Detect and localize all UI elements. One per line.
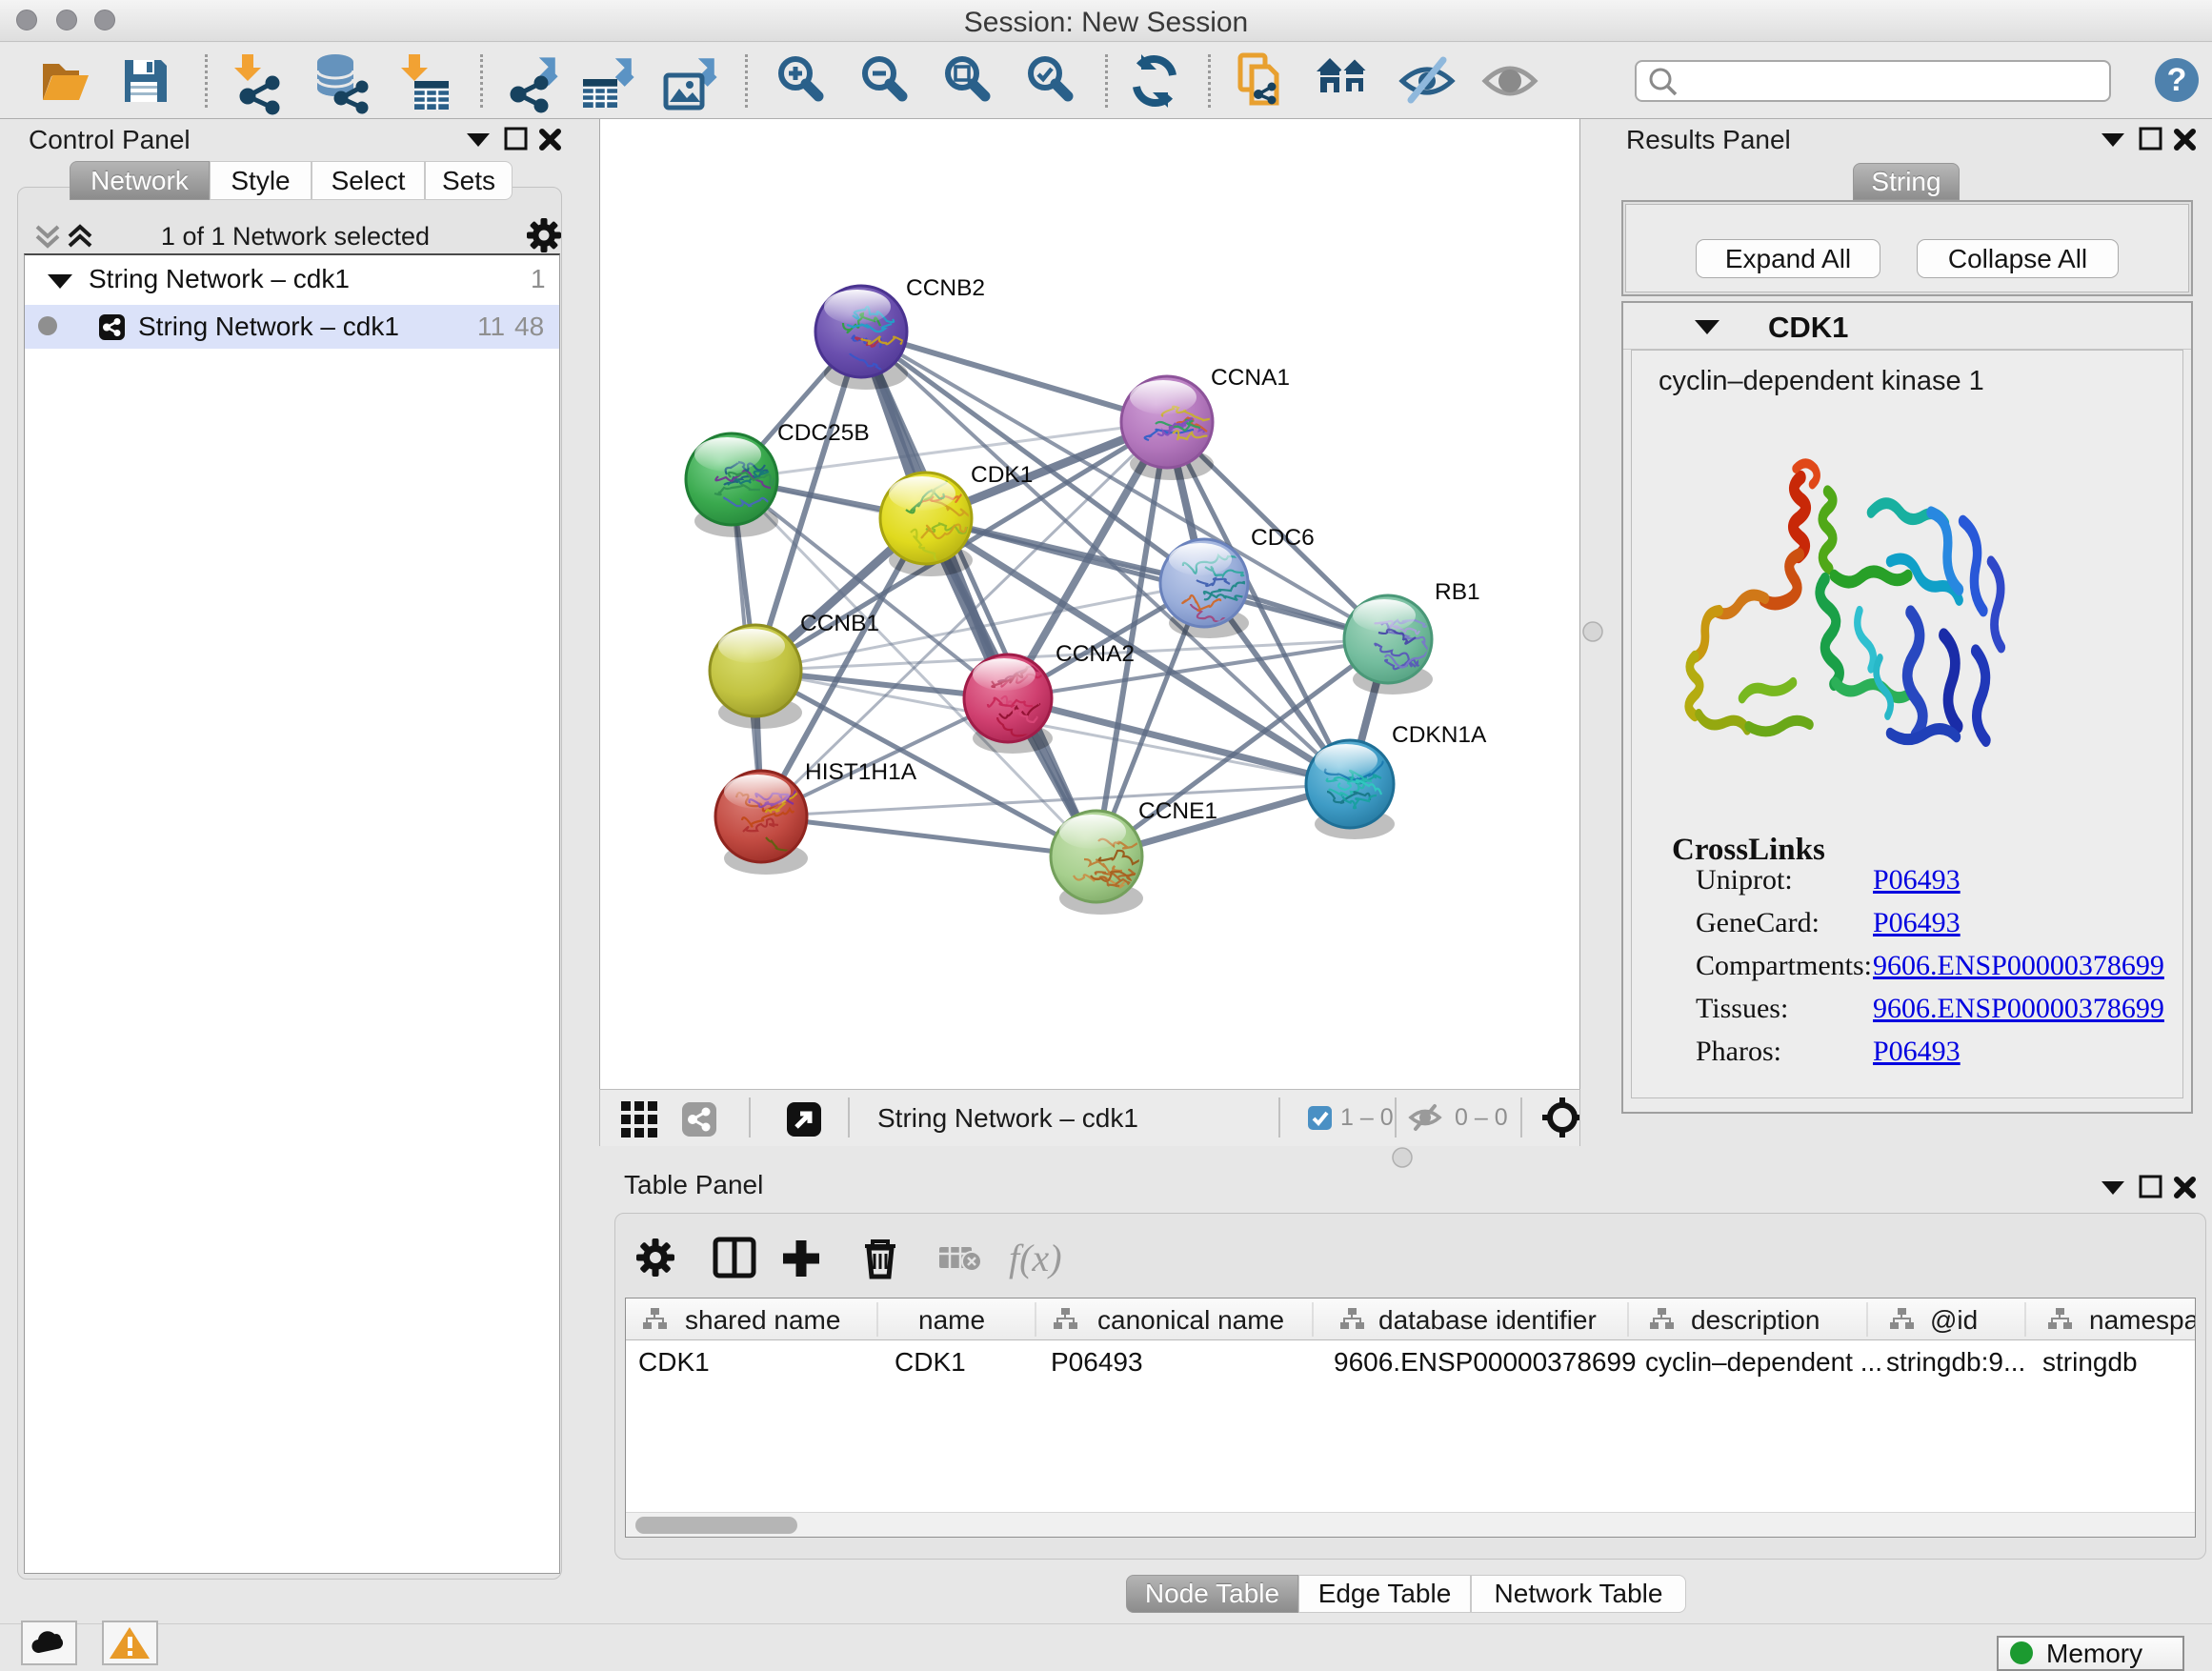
svg-text:HIST1H1A: HIST1H1A <box>805 759 917 785</box>
svg-text:f(x): f(x) <box>1009 1237 1062 1279</box>
svg-text:CCNE1: CCNE1 <box>1138 798 1217 824</box>
svg-text:CDKN1A: CDKN1A <box>1392 722 1487 748</box>
svg-text:canonical name: canonical name <box>1097 1305 1284 1335</box>
svg-text:@id: @id <box>1930 1305 1978 1335</box>
svg-text:CDC6: CDC6 <box>1251 525 1315 551</box>
svg-text:0 – 0: 0 – 0 <box>1455 1104 1508 1131</box>
svg-text:String Network – cdk1: String Network – cdk1 <box>877 1103 1138 1133</box>
svg-text:CDK1: CDK1 <box>971 462 1033 488</box>
svg-text:description: description <box>1691 1305 1820 1335</box>
svg-text:namespace: namespace <box>2089 1305 2195 1335</box>
svg-text:CDC25B: CDC25B <box>777 420 870 446</box>
svg-text:CCNB2: CCNB2 <box>906 275 985 301</box>
svg-text:CCNB1: CCNB1 <box>800 611 879 636</box>
svg-text:CCNA2: CCNA2 <box>1056 641 1135 667</box>
svg-text:?: ? <box>2167 62 2187 98</box>
svg-text:shared name: shared name <box>685 1305 840 1335</box>
svg-text:CCNA1: CCNA1 <box>1211 365 1290 391</box>
svg-text:name: name <box>918 1305 985 1335</box>
svg-text:1 – 0: 1 – 0 <box>1340 1104 1394 1131</box>
svg-text:database identifier: database identifier <box>1378 1305 1597 1335</box>
svg-text:RB1: RB1 <box>1435 579 1480 605</box>
